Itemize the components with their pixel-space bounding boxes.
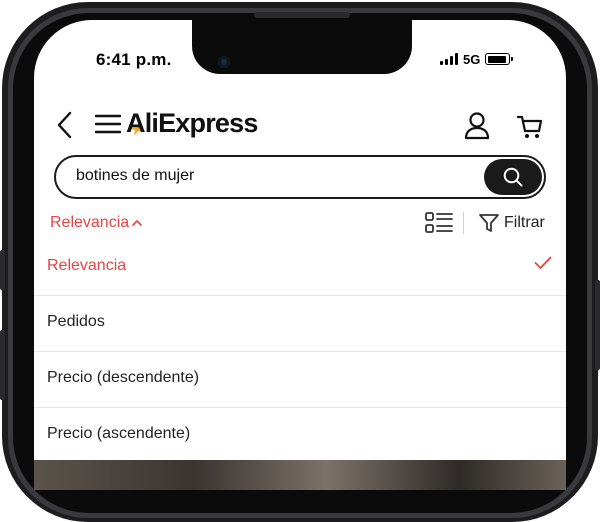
sort-option[interactable]: Relevancia [34, 240, 566, 296]
aliexpress-logo[interactable]: AliExpress [126, 108, 258, 139]
cart-icon[interactable] [514, 110, 546, 142]
product-image-peek [34, 460, 566, 490]
power-button [595, 280, 600, 370]
chevron-left-icon[interactable] [52, 110, 76, 140]
hamburger-menu-icon[interactable] [94, 112, 122, 136]
volume-button [0, 330, 5, 400]
search-input[interactable] [76, 167, 456, 185]
sort-option-label: Relevancia [47, 257, 127, 274]
app-header: AliExpress [34, 106, 566, 146]
sort-option[interactable]: Precio (descendente) [34, 352, 566, 408]
sort-option-label: Pedidos [47, 313, 105, 330]
battery-icon [485, 53, 514, 65]
phone-screen: 6:41 p.m. 5G AliExpress Rele [34, 20, 566, 490]
network-label: 5G [463, 51, 481, 67]
battery-level [487, 55, 506, 63]
chevron-up-icon [132, 220, 142, 226]
sort-option[interactable]: Precio (ascendente) [34, 408, 566, 464]
sort-dropdown-label: Relevancia [50, 214, 130, 231]
sort-options-list: Relevancia Pedidos Precio (descendente) Pre… [34, 240, 566, 464]
checkmark-icon [534, 256, 552, 269]
sort-option-label: Precio (descendente) [47, 369, 200, 386]
search-button[interactable] [484, 159, 542, 195]
sort-option-label: Precio (ascendente) [47, 425, 191, 442]
user-icon[interactable] [462, 110, 492, 142]
search-icon [503, 167, 523, 187]
earpiece-speaker [254, 12, 350, 18]
front-camera [218, 56, 230, 68]
status-indicators: 5G [440, 51, 514, 67]
filter-button[interactable]: Filtrar [478, 212, 545, 234]
toolbar-divider [463, 212, 464, 234]
sort-option[interactable]: Pedidos [34, 296, 566, 352]
search-bar [54, 155, 546, 199]
volume-button [0, 250, 5, 290]
sort-dropdown[interactable]: Relevancia [50, 214, 142, 232]
sort-bar: Relevancia Filtrar [34, 210, 566, 238]
list-view-icon[interactable] [424, 210, 454, 236]
status-time: 6:41 p.m. [96, 50, 172, 69]
funnel-icon [479, 214, 499, 232]
filter-label: Filtrar [504, 214, 545, 231]
signal-icon [440, 53, 458, 65]
